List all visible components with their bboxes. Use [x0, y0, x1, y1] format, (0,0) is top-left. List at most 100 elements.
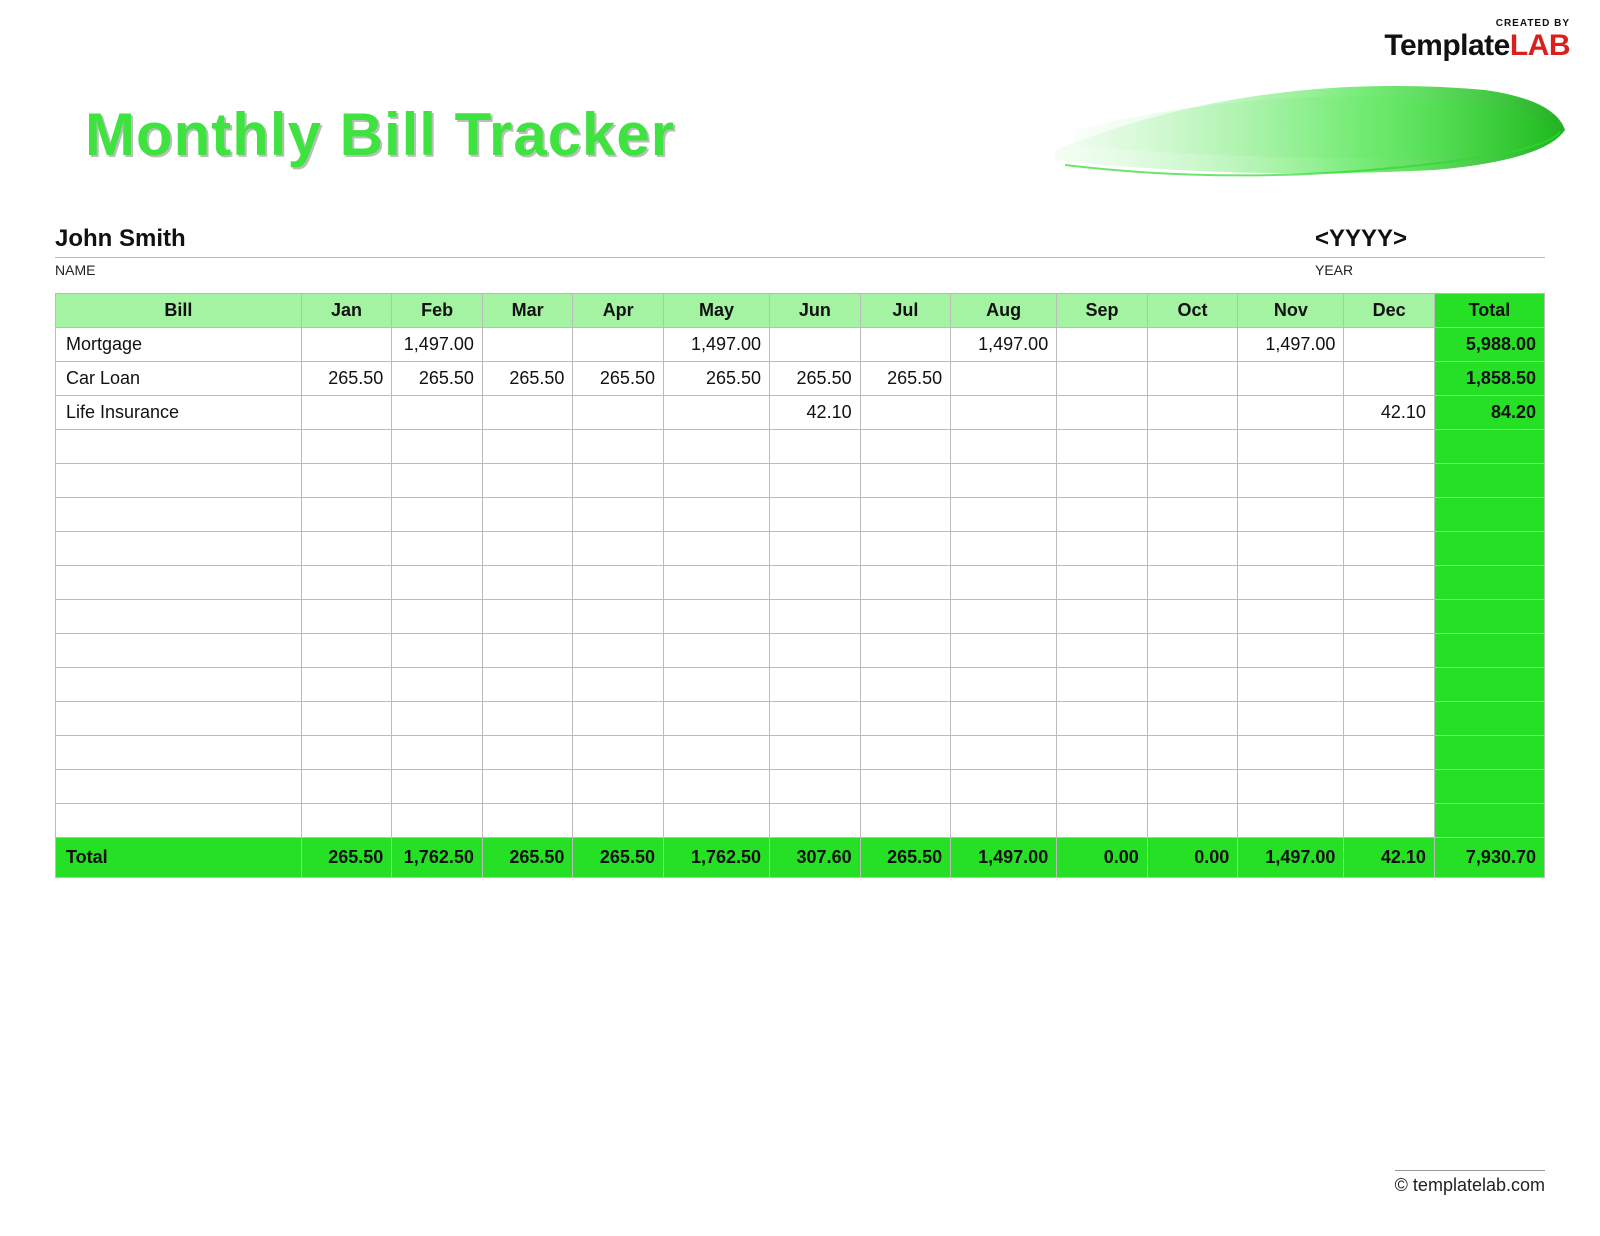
row-total-cell	[1434, 566, 1544, 600]
data-cell	[770, 566, 861, 600]
col-header-feb: Feb	[392, 294, 483, 328]
table-header-row: BillJanFebMarAprMayJunJulAugSepOctNovDec…	[56, 294, 1545, 328]
data-cell	[1238, 362, 1344, 396]
data-cell	[860, 328, 951, 362]
table-row	[56, 736, 1545, 770]
data-cell	[663, 464, 769, 498]
footer-cell: 0.00	[1057, 838, 1148, 878]
data-cell	[1147, 362, 1238, 396]
data-cell	[573, 600, 664, 634]
table-row	[56, 566, 1545, 600]
table-row	[56, 702, 1545, 736]
data-cell	[951, 566, 1057, 600]
data-cell	[1057, 804, 1148, 838]
data-cell	[860, 634, 951, 668]
data-cell	[392, 464, 483, 498]
data-cell	[1057, 566, 1148, 600]
table-body: Mortgage1,497.001,497.001,497.001,497.00…	[56, 328, 1545, 838]
year-value: <YYYY>	[1315, 225, 1545, 253]
data-cell	[392, 770, 483, 804]
row-total-cell	[1434, 804, 1544, 838]
data-cell	[951, 464, 1057, 498]
data-cell	[1057, 532, 1148, 566]
data-cell	[1147, 430, 1238, 464]
data-cell	[392, 430, 483, 464]
data-cell	[770, 668, 861, 702]
data-cell	[1238, 396, 1344, 430]
data-cell	[1344, 464, 1435, 498]
data-cell	[482, 328, 573, 362]
data-cell	[1238, 600, 1344, 634]
data-cell	[573, 464, 664, 498]
brand-name-b: LAB	[1510, 29, 1570, 62]
data-cell	[301, 532, 392, 566]
brand-logo: CREATED BY TemplateLAB	[1384, 18, 1570, 63]
data-cell	[392, 396, 483, 430]
data-cell	[1057, 668, 1148, 702]
data-cell	[573, 634, 664, 668]
col-header-jun: Jun	[770, 294, 861, 328]
data-cell	[1057, 736, 1148, 770]
data-cell	[951, 770, 1057, 804]
bill-name-cell	[56, 532, 302, 566]
table-row: Life Insurance42.1042.1084.20	[56, 396, 1545, 430]
data-cell	[392, 634, 483, 668]
data-cell	[1238, 566, 1344, 600]
data-cell	[482, 770, 573, 804]
bill-name-cell	[56, 634, 302, 668]
data-cell	[1238, 634, 1344, 668]
col-header-nov: Nov	[1238, 294, 1344, 328]
data-cell	[301, 430, 392, 464]
data-cell	[1344, 362, 1435, 396]
data-cell: 1,497.00	[1238, 328, 1344, 362]
row-total-cell	[1434, 736, 1544, 770]
data-cell	[1238, 532, 1344, 566]
bill-name-cell	[56, 736, 302, 770]
bill-name-cell	[56, 430, 302, 464]
col-header-sep: Sep	[1057, 294, 1148, 328]
table-row: Mortgage1,497.001,497.001,497.001,497.00…	[56, 328, 1545, 362]
table-row	[56, 668, 1545, 702]
data-cell	[301, 668, 392, 702]
data-cell	[482, 634, 573, 668]
data-cell	[301, 804, 392, 838]
data-cell	[860, 532, 951, 566]
data-cell	[573, 566, 664, 600]
data-cell	[770, 770, 861, 804]
data-cell	[392, 736, 483, 770]
footer-cell: 1,762.50	[392, 838, 483, 878]
data-cell: 42.10	[770, 396, 861, 430]
brand-created-by: CREATED BY	[1384, 18, 1570, 29]
col-header-may: May	[663, 294, 769, 328]
footer-total-label: Total	[56, 838, 302, 878]
footer-cell: 0.00	[1147, 838, 1238, 878]
data-cell	[663, 600, 769, 634]
data-cell	[392, 804, 483, 838]
data-cell	[860, 566, 951, 600]
brand-name-a: Template	[1384, 29, 1509, 62]
data-cell	[482, 600, 573, 634]
data-cell	[770, 634, 861, 668]
row-total-cell: 1,858.50	[1434, 362, 1544, 396]
data-cell	[1057, 498, 1148, 532]
col-header-jul: Jul	[860, 294, 951, 328]
data-cell	[1344, 770, 1435, 804]
data-cell	[1238, 702, 1344, 736]
col-header-oct: Oct	[1147, 294, 1238, 328]
data-cell	[573, 770, 664, 804]
row-total-cell	[1434, 532, 1544, 566]
data-cell	[1147, 498, 1238, 532]
name-value: John Smith	[55, 225, 1315, 253]
data-cell	[392, 668, 483, 702]
data-cell	[663, 668, 769, 702]
data-cell	[860, 770, 951, 804]
data-cell	[482, 396, 573, 430]
data-cell	[1147, 566, 1238, 600]
data-cell	[1344, 600, 1435, 634]
footer-grand-total: 7,930.70	[1434, 838, 1544, 878]
bill-name-cell: Life Insurance	[56, 396, 302, 430]
data-cell	[392, 566, 483, 600]
data-cell	[951, 362, 1057, 396]
table-row	[56, 498, 1545, 532]
data-cell	[860, 702, 951, 736]
